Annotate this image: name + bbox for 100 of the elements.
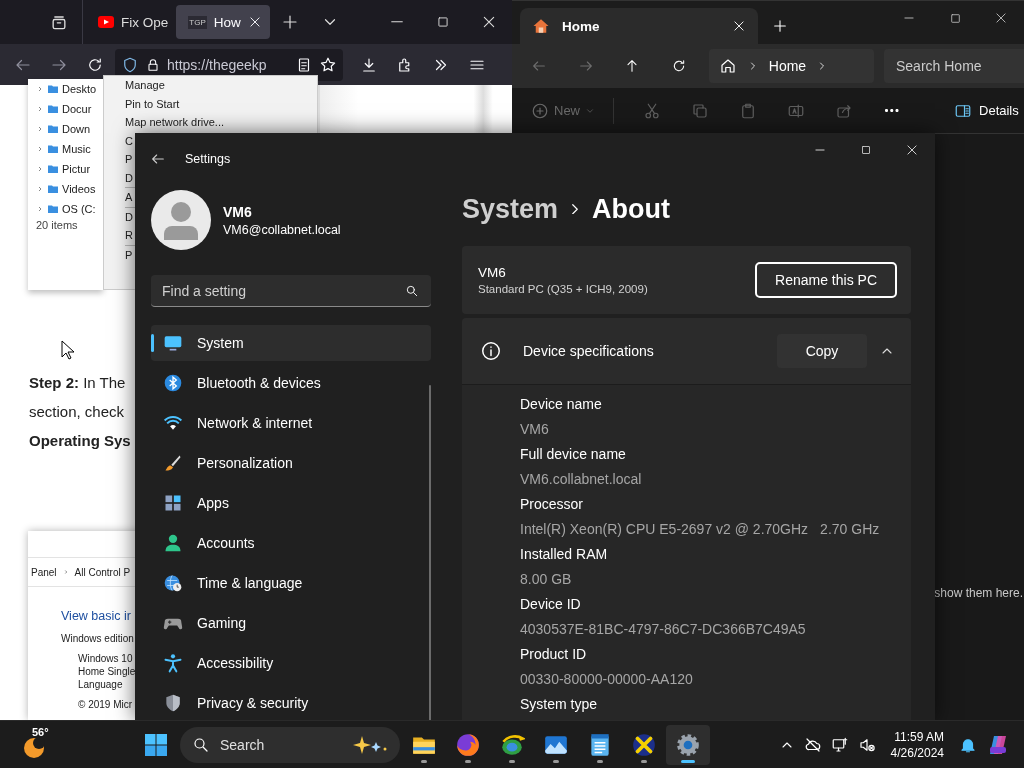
menu-item[interactable]: Map network drive...	[125, 116, 225, 128]
scrollbar[interactable]	[429, 385, 431, 720]
chevron-right-icon	[36, 185, 44, 193]
spec-value: 2.70 GHz	[820, 520, 880, 539]
chevron-right-icon	[36, 105, 44, 113]
maximize-icon	[948, 11, 962, 25]
menu-item[interactable]: A	[125, 191, 133, 203]
search-box[interactable]: Find a setting	[151, 275, 431, 307]
minimize-icon	[391, 21, 403, 23]
firefox-icon	[455, 731, 481, 758]
chevron-right-icon	[36, 85, 44, 93]
rename-icon	[787, 101, 805, 120]
spec-label: Device name	[520, 395, 603, 414]
spec-label: Full device name	[520, 445, 627, 464]
nav-item[interactable]: Network & internet	[151, 405, 431, 441]
forward-arrow-icon	[577, 58, 594, 74]
tree-item[interactable]: Docur	[62, 103, 92, 115]
shield-icon	[163, 693, 183, 713]
browser-tab[interactable]: Fix Ope	[86, 5, 177, 39]
search-input[interactable]: Find a setting	[162, 282, 405, 299]
more-icon	[885, 109, 899, 112]
breadcrumb-parent[interactable]: System	[462, 193, 559, 225]
tree-item[interactable]: Pictur	[62, 163, 91, 175]
item-count: 20 items	[36, 219, 79, 231]
search-field[interactable]: Search Home	[884, 49, 1024, 83]
x-circle-icon	[631, 731, 657, 758]
breadcrumb-item[interactable]: Home	[768, 58, 807, 74]
copyright-text: © 2019 Micr	[78, 699, 133, 710]
rename-button[interactable]: Rename this PC	[755, 262, 897, 298]
bookmark-star-icon[interactable]	[319, 55, 337, 74]
taskbar-app[interactable]	[666, 724, 710, 765]
home-icon	[532, 17, 550, 35]
back-arrow-icon	[531, 58, 548, 74]
menu-item[interactable]: R	[125, 229, 133, 241]
user-email: VM6@collabnet.local	[223, 222, 341, 237]
spec-value: 00330-80000-00000-AA120	[520, 670, 693, 689]
spec-label: System type	[520, 695, 599, 714]
spec-value: 8.00 GB	[520, 570, 572, 589]
accessibility-icon	[163, 653, 183, 673]
tree-item[interactable]: Deskto	[62, 83, 97, 95]
brush-icon	[163, 453, 183, 473]
spec-value: VM6.collabnet.local	[520, 470, 642, 489]
globe-clock-icon	[163, 573, 183, 593]
nav-item[interactable]: Accessibility	[151, 645, 431, 681]
nav-item[interactable]: Personalization	[151, 445, 431, 481]
windows-logo-icon[interactable]	[144, 732, 168, 757]
chevron-right-icon	[36, 165, 44, 173]
close-icon[interactable]	[247, 15, 262, 29]
panel-heading: View basic ir	[61, 609, 131, 623]
clipboard-icon	[739, 101, 757, 120]
menu-item[interactable]: D	[125, 210, 133, 223]
nav-item[interactable]: Apps	[151, 485, 431, 521]
tree-item[interactable]: Down	[62, 123, 91, 135]
folder-icon	[47, 203, 59, 215]
menu-item[interactable]: C	[125, 134, 133, 147]
url-text: https://thegeekp	[167, 56, 268, 73]
shield-icon	[121, 55, 139, 74]
breadcrumb-item[interactable]: Panel	[31, 566, 57, 578]
info-icon	[480, 340, 502, 362]
close-icon	[994, 11, 1008, 25]
tree-item[interactable]: OS (C:	[62, 203, 96, 215]
maximize-icon	[860, 144, 872, 156]
spec-label: Device ID	[520, 595, 582, 614]
taskbar-search[interactable]: Search	[180, 726, 400, 763]
nav-item[interactable]: Gaming	[151, 605, 431, 641]
nav-item[interactable]: System	[151, 325, 431, 361]
article-text: Step 2: In The	[29, 373, 126, 393]
copy-button[interactable]: Copy	[777, 334, 867, 368]
chevron-right-icon	[36, 205, 44, 213]
maximize-icon	[436, 15, 450, 29]
nav-item[interactable]: Accounts	[151, 525, 431, 561]
tree-item[interactable]: Videos	[62, 183, 96, 195]
user-name: VM6	[223, 203, 253, 220]
breadcrumb-item[interactable]: All Control P	[74, 566, 131, 578]
explorer-tab[interactable]: Home	[520, 8, 758, 44]
menu-item[interactable]: P	[125, 153, 133, 165]
search-icon	[405, 283, 419, 298]
search-input[interactable]: Search	[220, 736, 338, 753]
lock-icon	[145, 56, 161, 73]
weather-icon[interactable]	[22, 735, 46, 760]
close-icon[interactable]	[732, 19, 746, 33]
details-button[interactable]: Details	[954, 101, 1019, 120]
address-bar[interactable]: Home	[708, 49, 874, 83]
apps-grid-icon	[163, 493, 183, 513]
browser-tab[interactable]: TGP How	[176, 5, 270, 39]
menu-item[interactable]: Manage	[125, 79, 165, 91]
home-outline-icon	[718, 57, 737, 75]
device-specs-header[interactable]: Device specifications Copy	[462, 318, 911, 385]
page-title: About	[592, 193, 671, 225]
clock[interactable]: 11:59 AM 4/26/2024	[890, 728, 944, 761]
spec-value: Intel(R) Xeon(R) CPU E5-2697 v2 @ 2.70GHz	[520, 520, 809, 539]
menu-item[interactable]: D	[125, 171, 133, 184]
menu-item[interactable]: Pin to Start	[125, 97, 180, 110]
tree-item[interactable]: Music	[62, 143, 91, 155]
spec-value: VM6	[520, 420, 549, 439]
menu-item[interactable]: P	[125, 248, 133, 261]
spec-label: Product ID	[520, 645, 588, 664]
network-icon[interactable]	[830, 735, 849, 754]
article-text: Operating Sys	[29, 431, 131, 451]
chevron-right-icon	[36, 145, 44, 153]
